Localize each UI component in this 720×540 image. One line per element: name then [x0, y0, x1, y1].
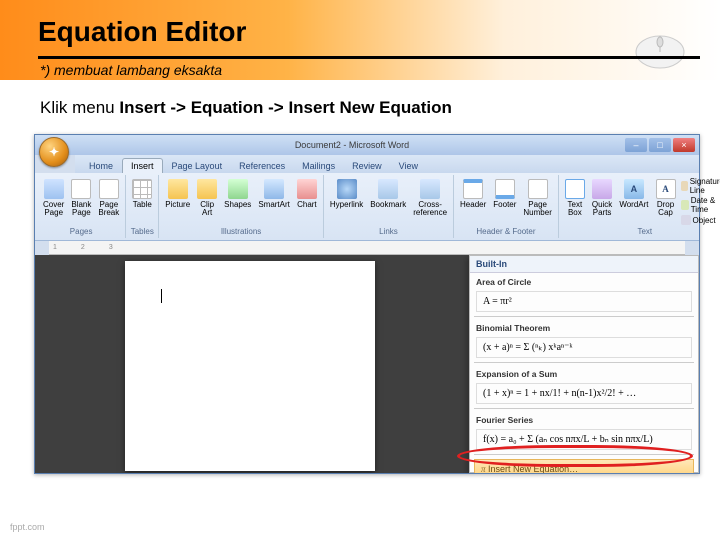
- close-button[interactable]: ×: [673, 138, 695, 152]
- slide-subtitle: *) membuat lambang eksakta: [40, 62, 222, 78]
- eq-area-circle[interactable]: A = πr²: [476, 291, 692, 312]
- mouse-illustration: [628, 28, 692, 77]
- minimize-button[interactable]: –: [625, 138, 647, 152]
- clipart-icon: [197, 179, 217, 199]
- instr-text: Klik menu: [40, 98, 119, 117]
- divider: [474, 316, 694, 317]
- blank-page-icon: [71, 179, 91, 199]
- tab-insert[interactable]: Insert: [122, 158, 163, 173]
- signature-button[interactable]: Signature Line: [681, 177, 720, 195]
- chart-icon: [297, 179, 317, 199]
- group-label-headerfooter: Header & Footer: [458, 226, 554, 236]
- office-button[interactable]: ✦: [39, 137, 69, 167]
- group-label-tables: Tables: [130, 226, 154, 236]
- eq-title-binomial: Binomial Theorem: [470, 319, 698, 335]
- smartart-button[interactable]: SmartArt: [256, 177, 292, 211]
- textbox-button[interactable]: Text Box: [563, 177, 587, 219]
- slide-title: Equation Editor: [38, 16, 246, 48]
- blank-page-button[interactable]: Blank Page: [69, 177, 93, 219]
- group-text: Text Box Quick Parts AWordArt ADrop Cap …: [559, 175, 720, 238]
- pagenum-icon: [528, 179, 548, 199]
- text-cursor: [161, 289, 162, 303]
- shapes-icon: [228, 179, 248, 199]
- bookmark-button[interactable]: Bookmark: [368, 177, 408, 211]
- datetime-icon: [681, 200, 689, 210]
- footer-button[interactable]: Footer: [491, 177, 518, 211]
- group-label-links: Links: [328, 226, 449, 236]
- header-button[interactable]: Header: [458, 177, 488, 211]
- picture-icon: [168, 179, 188, 199]
- cover-page-icon: [44, 179, 64, 199]
- group-label-illustrations: Illustrations: [163, 226, 319, 236]
- page-break-icon: [99, 179, 119, 199]
- group-illustrations: Picture Clip Art Shapes SmartArt Chart I…: [159, 175, 324, 238]
- footer-brand: fppt.com: [10, 522, 45, 532]
- pi-small-icon: π: [481, 464, 486, 473]
- ribbon-tabs: Home Insert Page Layout References Maili…: [75, 155, 699, 173]
- bookmark-icon: [378, 179, 398, 199]
- title-underline: [38, 56, 700, 59]
- titlebar: Document2 - Microsoft Word – □ ×: [35, 135, 699, 155]
- document-area: Built-In Area of Circle A = πr² Binomial…: [35, 255, 699, 473]
- quickparts-icon: [592, 179, 612, 199]
- header-icon: [463, 179, 483, 199]
- slide-instruction: Klik menu Insert -> Equation -> Insert N…: [40, 98, 452, 118]
- word-app-window: ✦ Document2 - Microsoft Word – □ × Home …: [34, 134, 700, 474]
- page-number-button[interactable]: Page Number: [521, 177, 553, 219]
- dropcap-icon: A: [656, 179, 676, 199]
- tab-references[interactable]: References: [231, 159, 293, 173]
- tab-review[interactable]: Review: [344, 159, 390, 173]
- smartart-icon: [264, 179, 284, 199]
- wordart-button[interactable]: AWordArt: [617, 177, 650, 211]
- group-label-pages: Pages: [41, 226, 121, 236]
- maximize-button[interactable]: □: [649, 138, 671, 152]
- annotation-circle: [457, 445, 693, 467]
- footer-icon: [495, 179, 515, 199]
- eq-binomial[interactable]: (x + a)ⁿ = Σ (ⁿₖ) xᵏaⁿ⁻ᵏ: [476, 337, 692, 358]
- wordart-icon: A: [624, 179, 644, 199]
- crossref-icon: [420, 179, 440, 199]
- group-header-footer: Header Footer Page Number Header & Foote…: [454, 175, 559, 238]
- document-page[interactable]: [125, 261, 375, 471]
- tab-mailings[interactable]: Mailings: [294, 159, 343, 173]
- group-pages: Cover Page Blank Page Page Break Pages: [37, 175, 126, 238]
- group-label-text: Text: [563, 226, 720, 236]
- hyperlink-icon: [337, 179, 357, 199]
- tab-home[interactable]: Home: [81, 159, 121, 173]
- quickparts-button[interactable]: Quick Parts: [590, 177, 614, 219]
- object-button[interactable]: Object: [681, 215, 720, 225]
- ribbon: Cover Page Blank Page Page Break Pages T…: [35, 173, 699, 241]
- ruler: 123: [49, 241, 685, 255]
- divider: [474, 408, 694, 409]
- clipart-button[interactable]: Clip Art: [195, 177, 219, 219]
- group-tables: Table Tables: [126, 175, 159, 238]
- equation-gallery-panel: Built-In Area of Circle A = πr² Binomial…: [469, 255, 699, 473]
- page-break-button[interactable]: Page Break: [96, 177, 121, 219]
- crossref-button[interactable]: Cross-reference: [411, 177, 449, 219]
- eq-title-fourier: Fourier Series: [470, 411, 698, 427]
- group-links: Hyperlink Bookmark Cross-reference Links: [324, 175, 454, 238]
- divider: [474, 362, 694, 363]
- object-icon: [681, 215, 691, 225]
- eq-expansion[interactable]: (1 + x)ⁿ = 1 + nx/1! + n(n-1)x²/2! + …: [476, 383, 692, 404]
- hyperlink-button[interactable]: Hyperlink: [328, 177, 365, 211]
- picture-button[interactable]: Picture: [163, 177, 192, 211]
- tab-view[interactable]: View: [391, 159, 426, 173]
- panel-heading: Built-In: [470, 256, 698, 273]
- chart-button[interactable]: Chart: [295, 177, 319, 211]
- eq-title-expansion: Expansion of a Sum: [470, 365, 698, 381]
- dropcap-button[interactable]: ADrop Cap: [654, 177, 678, 219]
- textbox-icon: [565, 179, 585, 199]
- table-icon: [132, 179, 152, 199]
- datetime-button[interactable]: Date & Time: [681, 196, 720, 214]
- table-button[interactable]: Table: [130, 177, 154, 211]
- instr-path: Insert -> Equation -> Insert New Equatio…: [119, 98, 452, 117]
- tab-page-layout[interactable]: Page Layout: [164, 159, 231, 173]
- cover-page-button[interactable]: Cover Page: [41, 177, 66, 219]
- shapes-button[interactable]: Shapes: [222, 177, 253, 211]
- eq-title-area: Area of Circle: [470, 273, 698, 289]
- signature-icon: [681, 181, 688, 191]
- window-title: Document2 - Microsoft Word: [79, 140, 625, 150]
